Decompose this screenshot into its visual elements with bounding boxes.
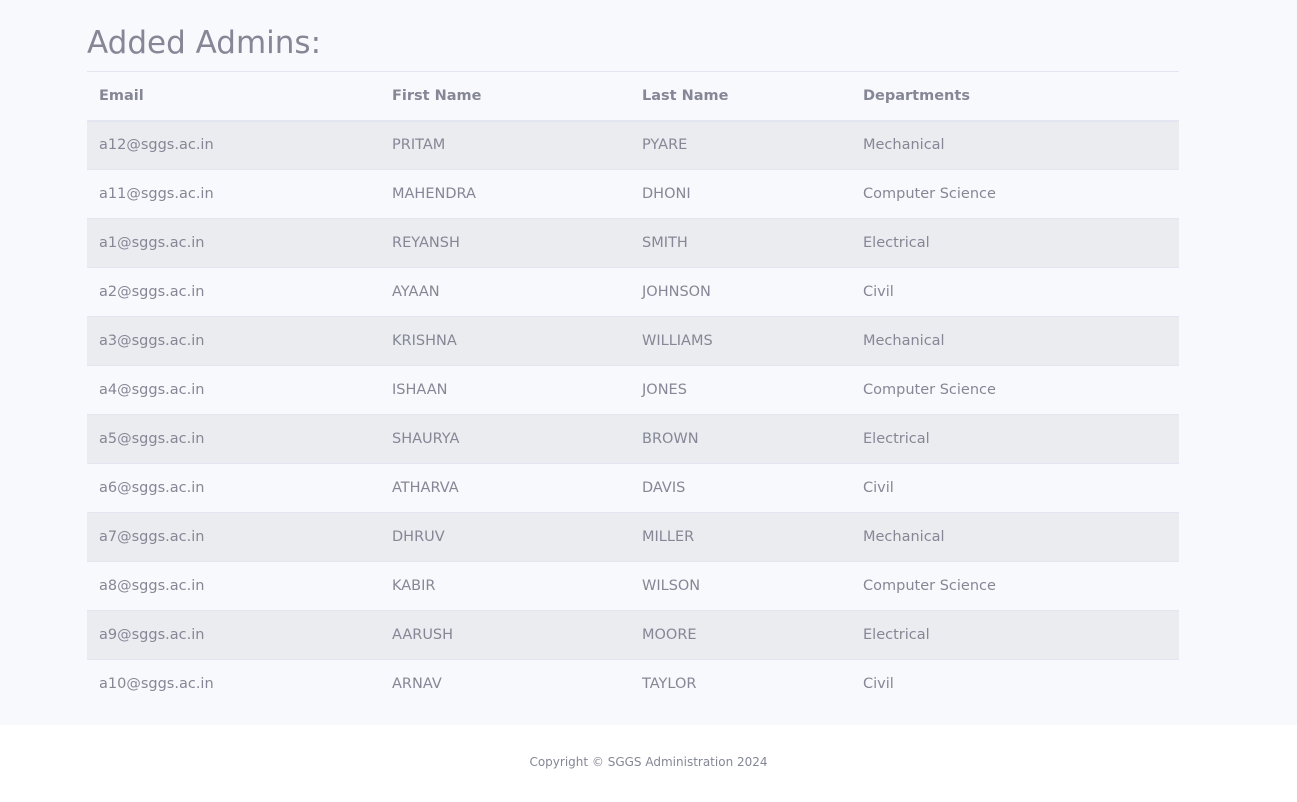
- cell-department: Electrical: [863, 627, 930, 643]
- cell-department: Electrical: [863, 431, 930, 447]
- cell-last-name: SMITH: [642, 235, 688, 251]
- cell-first-name: ISHAAN: [392, 382, 448, 398]
- admins-table: Email First Name Last Name Departments a…: [87, 71, 1179, 709]
- cell-first-name: REYANSH: [392, 235, 460, 251]
- cell-last-name: JOHNSON: [642, 284, 711, 300]
- cell-department: Civil: [863, 284, 894, 300]
- column-header-departments: Departments: [863, 87, 970, 104]
- cell-department: Electrical: [863, 235, 930, 251]
- cell-email: a1@sggs.ac.in: [99, 235, 205, 251]
- table-row: a1@sggs.ac.in REYANSH SMITH Electrical: [87, 218, 1179, 268]
- cell-last-name: PYARE: [642, 137, 688, 154]
- table-row: a5@sggs.ac.in SHAURYA BROWN Electrical: [87, 414, 1179, 464]
- footer-copyright: Copyright © SGGS Administration 2024: [529, 755, 768, 769]
- page-title: Added Admins:: [87, 25, 322, 61]
- cell-last-name: DAVIS: [642, 480, 686, 496]
- table-row: a6@sggs.ac.in ATHARVA DAVIS Civil: [87, 463, 1179, 513]
- column-header-email: Email: [99, 87, 144, 104]
- cell-last-name: TAYLOR: [642, 676, 697, 693]
- cell-last-name: DHONI: [642, 186, 691, 202]
- table-header: Email First Name Last Name Departments: [87, 71, 1179, 121]
- table-row: a8@sggs.ac.in KABIR WILSON Computer Science: [87, 561, 1179, 611]
- cell-last-name: BROWN: [642, 431, 699, 447]
- cell-department: Civil: [863, 676, 894, 693]
- cell-email: a5@sggs.ac.in: [99, 431, 205, 447]
- cell-first-name: SHAURYA: [392, 431, 460, 447]
- column-header-first-name: First Name: [392, 87, 482, 104]
- cell-first-name: ATHARVA: [392, 480, 459, 496]
- cell-email: a12@sggs.ac.in: [99, 137, 214, 154]
- column-header-last-name: Last Name: [642, 87, 729, 104]
- cell-last-name: MOORE: [642, 627, 697, 643]
- table-row: a9@sggs.ac.in AARUSH MOORE Electrical: [87, 610, 1179, 660]
- cell-department: Civil: [863, 480, 894, 496]
- table-row: a3@sggs.ac.in KRISHNA WILLIAMS Mechanical: [87, 316, 1179, 366]
- cell-email: a8@sggs.ac.in: [99, 578, 205, 594]
- cell-department: Mechanical: [863, 529, 945, 545]
- table-row: a11@sggs.ac.in MAHENDRA DHONI Computer Scie…: [87, 169, 1179, 219]
- cell-last-name: WILLIAMS: [642, 333, 713, 349]
- cell-first-name: PRITAM: [392, 137, 446, 154]
- cell-first-name: AARUSH: [392, 627, 454, 643]
- cell-department: Computer Science: [863, 578, 996, 594]
- cell-department: Mechanical: [863, 137, 945, 154]
- cell-first-name: KABIR: [392, 578, 436, 594]
- cell-email: a7@sggs.ac.in: [99, 529, 205, 545]
- cell-email: a9@sggs.ac.in: [99, 627, 205, 643]
- table-row: a10@sggs.ac.in ARNAV TAYLOR Civil: [87, 659, 1179, 709]
- footer: Copyright © SGGS Administration 2024: [0, 725, 1297, 802]
- cell-email: a4@sggs.ac.in: [99, 382, 205, 398]
- cell-first-name: MAHENDRA: [392, 186, 476, 202]
- cell-email: a3@sggs.ac.in: [99, 333, 205, 349]
- cell-department: Computer Science: [863, 186, 996, 202]
- main-content: Added Admins: Email First Name Last Name…: [0, 0, 1297, 725]
- cell-first-name: ARNAV: [392, 676, 442, 693]
- table-row: a7@sggs.ac.in DHRUV MILLER Mechanical: [87, 512, 1179, 562]
- cell-department: Computer Science: [863, 382, 996, 398]
- table-row: a4@sggs.ac.in ISHAAN JONES Computer Science: [87, 365, 1179, 415]
- cell-first-name: AYAAN: [392, 284, 440, 300]
- cell-email: a2@sggs.ac.in: [99, 284, 205, 300]
- cell-last-name: WILSON: [642, 578, 701, 594]
- table-row: a12@sggs.ac.in PRITAM PYARE Mechanical: [87, 120, 1179, 170]
- table-body: a12@sggs.ac.in PRITAM PYARE Mechanical a11@s…: [87, 120, 1179, 709]
- cell-last-name: JONES: [642, 382, 687, 398]
- cell-last-name: MILLER: [642, 529, 695, 545]
- cell-email: a10@sggs.ac.in: [99, 676, 214, 693]
- cell-first-name: KRISHNA: [392, 333, 457, 349]
- table-row: a2@sggs.ac.in AYAAN JOHNSON Civil: [87, 267, 1179, 317]
- table-header-row: Email First Name Last Name Departments: [87, 71, 1179, 121]
- cell-email: a6@sggs.ac.in: [99, 480, 205, 496]
- cell-first-name: DHRUV: [392, 529, 445, 545]
- cell-department: Mechanical: [863, 333, 945, 349]
- cell-email: a11@sggs.ac.in: [99, 186, 214, 202]
